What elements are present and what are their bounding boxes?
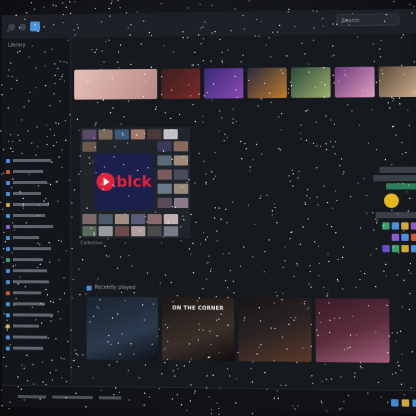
media-card-title (87, 305, 158, 306)
sidebar-item[interactable] (5, 288, 68, 298)
sidebar-item[interactable] (6, 156, 68, 166)
featured-collage[interactable]: blck (80, 127, 191, 239)
thumbnail[interactable] (74, 68, 158, 100)
thumbnail[interactable] (334, 66, 375, 98)
shelf-heading: Recently played (86, 284, 136, 291)
featured-caption: Collection (80, 241, 103, 247)
tray-icon[interactable] (412, 399, 416, 407)
sidebar-item[interactable] (5, 343, 68, 353)
thumbnail[interactable] (290, 67, 331, 98)
system-tray (391, 399, 416, 407)
sidebar-item[interactable] (5, 266, 68, 276)
emoji-icon (383, 193, 399, 208)
main-content: blck Collection Recently played ON THE C… (74, 33, 416, 390)
sidebar-item[interactable] (5, 222, 68, 232)
featured-logo-card[interactable]: blck (94, 153, 154, 210)
sidebar-item[interactable] (5, 255, 68, 265)
badge-row (355, 233, 416, 241)
sidebar-item[interactable] (5, 200, 68, 210)
sidebar-item[interactable] (5, 211, 68, 221)
badge-row (355, 222, 416, 230)
sidebar-list (5, 156, 68, 355)
sidebar-item[interactable] (5, 321, 68, 331)
media-card-title (238, 306, 311, 307)
media-card-title (315, 306, 389, 307)
sidebar-item[interactable] (5, 277, 68, 287)
media-card[interactable] (315, 298, 390, 363)
media-card-row: ON THE CORNER (86, 296, 390, 363)
sidebar-item[interactable] (6, 189, 68, 199)
top-thumbnail-row (74, 66, 416, 100)
app-icon (30, 21, 41, 32)
thumbnail[interactable] (161, 68, 201, 100)
thumbnail[interactable] (247, 67, 287, 99)
play-icon[interactable] (96, 172, 115, 191)
sidebar-item[interactable] (5, 332, 68, 342)
status-bar (1, 384, 416, 414)
tray-icon[interactable] (401, 399, 410, 407)
search-input[interactable]: Search (336, 13, 400, 27)
badge-row (355, 244, 416, 253)
app-window: Search Library blck Collection Recently … (1, 8, 416, 414)
media-card[interactable] (238, 297, 312, 362)
sidebar-item[interactable] (6, 167, 68, 177)
sidebar-item[interactable] (5, 233, 68, 243)
shelf-heading-label: Recently played (94, 284, 136, 291)
tray-icon[interactable] (391, 399, 399, 407)
info-panel (354, 166, 416, 253)
media-card[interactable]: ON THE CORNER (161, 297, 235, 362)
sidebar-item[interactable] (5, 244, 68, 254)
photo-background: Search Library blck Collection Recently … (0, 0, 416, 416)
thumbnail[interactable] (378, 66, 416, 98)
sidebar-heading: Library (8, 42, 26, 49)
sidebar-item[interactable] (6, 178, 68, 188)
thumbnail[interactable] (204, 67, 244, 99)
media-card[interactable] (86, 296, 159, 361)
window-control-minimize[interactable] (19, 23, 27, 31)
sidebar-item[interactable] (5, 299, 68, 309)
featured-logo: blck (116, 172, 152, 191)
folder-icon (86, 285, 92, 291)
sidebar-item[interactable] (5, 310, 68, 320)
sidebar: Library (1, 37, 72, 386)
window-control-close[interactable] (8, 23, 16, 31)
media-card-title: ON THE CORNER (172, 305, 224, 312)
